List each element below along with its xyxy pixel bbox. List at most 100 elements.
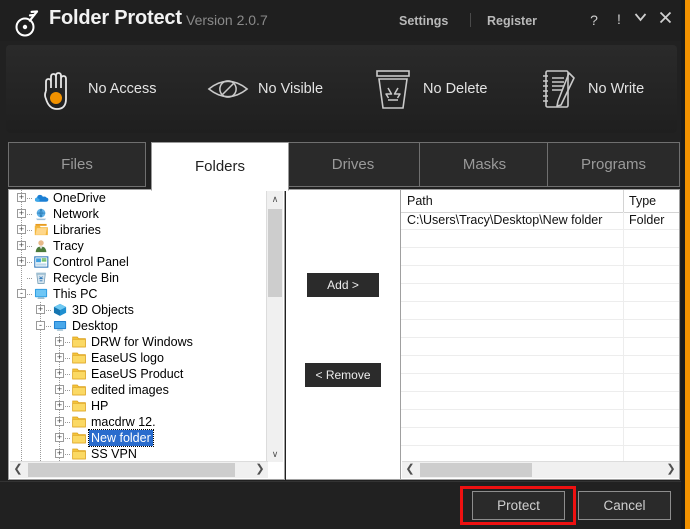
table-row-empty[interactable] (401, 230, 679, 248)
desktop-icon (53, 319, 68, 333)
table-row-empty[interactable] (401, 338, 679, 356)
tree-item[interactable]: + New folder (9, 429, 268, 447)
scroll-up-icon[interactable]: ∧ (267, 191, 283, 207)
minimize-icon[interactable] (632, 11, 648, 25)
scroll-right-icon[interactable]: ❯ (252, 462, 268, 478)
column-divider[interactable] (623, 190, 624, 212)
protect-button[interactable]: Protect (472, 491, 565, 520)
tree-connector (27, 278, 33, 279)
protection-mode-bar: No Access No Visible No Delete No Write (6, 45, 677, 133)
tree-item[interactable]: + EaseUS logo (9, 350, 268, 366)
tree-item-label: Control Panel (53, 255, 129, 269)
expand-icon[interactable]: + (55, 433, 64, 442)
tree-item[interactable]: + Control Panel (9, 254, 268, 270)
add-button[interactable]: Add > (307, 273, 379, 297)
table-row-empty[interactable] (401, 392, 679, 410)
expand-icon[interactable]: + (55, 449, 64, 458)
table-row-empty[interactable] (401, 446, 679, 462)
mode-no-access[interactable]: No Access (36, 45, 157, 133)
tree-item[interactable]: +3D Objects (9, 302, 268, 318)
expand-icon[interactable]: + (17, 225, 26, 234)
tree-connector (27, 246, 33, 247)
expand-icon[interactable]: + (55, 401, 64, 410)
table-row-empty[interactable] (401, 410, 679, 428)
collapse-icon[interactable]: - (17, 289, 26, 298)
tree-item[interactable]: + EaseUS Product (9, 366, 268, 382)
tree-item[interactable]: + Network (9, 206, 268, 222)
tree-horizontal-scrollbar[interactable]: ❮ ❯ (10, 461, 268, 478)
collapse-icon[interactable]: - (36, 321, 45, 330)
list-rows[interactable]: C:\Users\Tracy\Desktop\New folder Folder (401, 212, 679, 462)
tree-item[interactable]: + Tracy (9, 238, 268, 254)
tree-item[interactable]: + OneDrive (9, 190, 268, 206)
settings-link[interactable]: Settings (399, 14, 448, 28)
folder-icon (72, 367, 87, 381)
expand-icon[interactable]: + (17, 241, 26, 250)
mode-no-delete[interactable]: No Delete (371, 45, 487, 133)
table-row-empty[interactable] (401, 320, 679, 338)
remove-button[interactable]: < Remove (305, 363, 381, 387)
scroll-left-icon[interactable]: ❮ (10, 462, 26, 478)
expand-icon[interactable]: + (55, 385, 64, 394)
tree-item[interactable]: + macdrw 12. (9, 414, 268, 430)
tab-folders[interactable]: Folders (151, 142, 289, 191)
scroll-left-icon[interactable]: ❮ (402, 462, 418, 478)
tree-connector (65, 438, 71, 439)
tree-item[interactable]: + SS VPN (9, 446, 268, 462)
tree-vertical-scrollbar[interactable]: ∧ ∨ (266, 191, 283, 462)
tree-hscroll-thumb[interactable] (28, 463, 235, 477)
recycle-bin-icon (371, 65, 415, 113)
table-row-empty[interactable] (401, 428, 679, 446)
expand-icon[interactable]: + (17, 257, 26, 266)
tree-vscroll-thumb[interactable] (268, 209, 282, 297)
list-horizontal-scrollbar[interactable]: ❮ ❯ (402, 461, 679, 478)
expand-icon[interactable]: + (36, 305, 45, 314)
table-row-empty[interactable] (401, 266, 679, 284)
tab-programs[interactable]: Programs (547, 142, 680, 187)
tree-item[interactable]: - This PC (9, 286, 268, 302)
column-header-type[interactable]: Type (629, 194, 656, 208)
mode-no-visible[interactable]: No Visible (206, 45, 323, 133)
table-row[interactable]: C:\Users\Tracy\Desktop\New folder Folder (401, 212, 679, 230)
tree-item-label: Tracy (53, 239, 84, 253)
list-hscroll-thumb[interactable] (420, 463, 532, 477)
expand-icon[interactable]: + (55, 417, 64, 426)
register-link[interactable]: Register (487, 14, 537, 28)
folder-tree[interactable]: + OneDrive + Network + Libraries + Tracy + Contro… (9, 190, 268, 462)
table-row-empty[interactable] (401, 356, 679, 374)
expand-icon[interactable]: + (17, 209, 26, 218)
alert-icon[interactable]: ! (611, 11, 627, 27)
tab-masks[interactable]: Masks (419, 142, 550, 187)
expand-icon[interactable]: + (55, 337, 64, 346)
tree-item[interactable]: + HP (9, 398, 268, 414)
mode-no-write[interactable]: No Write (536, 45, 644, 133)
tree-item[interactable]: - Desktop (9, 318, 268, 334)
table-row-empty[interactable] (401, 374, 679, 392)
tree-connector (21, 318, 22, 334)
column-header-path[interactable]: Path (407, 194, 433, 208)
tab-files[interactable]: Files (8, 142, 146, 187)
tree-item[interactable]: + Libraries (9, 222, 268, 238)
tree-item[interactable]: + DRW for Windows (9, 334, 268, 350)
row-column-divider (623, 302, 624, 319)
tree-connector (65, 358, 71, 359)
notepad-pencil-icon (536, 65, 580, 113)
window-accent-strip (685, 0, 690, 529)
expand-icon[interactable]: + (55, 353, 64, 362)
scroll-down-icon[interactable]: ∨ (267, 446, 283, 462)
tree-item[interactable]: Recycle Bin (9, 270, 268, 286)
tree-item[interactable]: + edited images (9, 382, 268, 398)
cancel-button[interactable]: Cancel (578, 491, 671, 520)
folder-protect-window: Folder Protect Version 2.0.7 Settings Re… (0, 0, 690, 529)
tree-connector (21, 270, 22, 286)
tab-drives[interactable]: Drives (284, 142, 422, 187)
tree-connector (65, 390, 71, 391)
table-row-empty[interactable] (401, 302, 679, 320)
expand-icon[interactable]: + (17, 193, 26, 202)
expand-icon[interactable]: + (55, 369, 64, 378)
scroll-right-icon[interactable]: ❯ (663, 462, 679, 478)
table-row-empty[interactable] (401, 248, 679, 266)
table-row-empty[interactable] (401, 284, 679, 302)
help-icon[interactable]: ? (586, 12, 602, 28)
close-icon[interactable] (657, 11, 673, 27)
